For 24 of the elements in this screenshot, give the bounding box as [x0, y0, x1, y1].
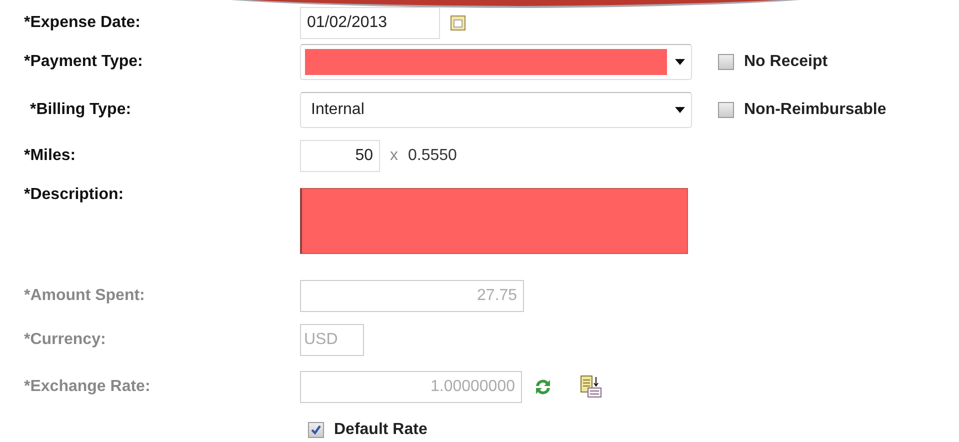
field-label: *Amount Spent:	[24, 286, 146, 306]
field-label: *Description:	[24, 185, 125, 205]
field-label: *Expense Date:	[24, 13, 142, 33]
dropdown[interactable]	[300, 44, 692, 80]
miles-field[interactable]: 50	[300, 140, 380, 172]
checkbox-label: Default Rate	[334, 421, 428, 439]
date-field[interactable]: 01/02/2013	[300, 7, 440, 39]
field-label: *Exchange Rate:	[24, 377, 152, 397]
dropdown[interactable]: Internal	[300, 92, 692, 128]
checkbox[interactable]	[308, 422, 324, 438]
caret-icon	[675, 59, 685, 65]
field-label: *Billing Type:	[29, 100, 132, 120]
document-icon[interactable]	[580, 375, 602, 399]
field-label: *Currency:	[24, 330, 107, 350]
checkbox[interactable]	[718, 102, 734, 118]
description-field[interactable]	[300, 188, 688, 254]
checkbox[interactable]	[718, 54, 734, 70]
field-label: *Payment Type:	[24, 52, 144, 72]
checkbox-label: Non-Reimbursable	[744, 101, 886, 119]
caret-icon	[675, 107, 685, 113]
checkbox-label: No Receipt	[744, 53, 828, 71]
field-label: *Miles:	[24, 146, 77, 166]
multiply-sign: x	[390, 147, 398, 165]
mileage-rate: 0.5550	[408, 147, 457, 165]
